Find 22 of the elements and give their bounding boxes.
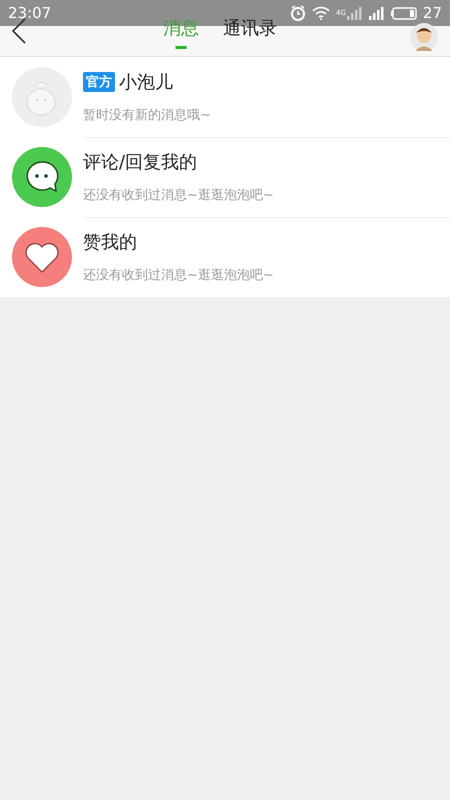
message-title: 评论/回复我的 [83,150,198,174]
signal-icon [346,6,363,20]
message-item[interactable]: 官方 小泡儿 暂时没有新的消息哦~ [0,57,450,137]
tab[interactable]: 通讯录 [223,12,277,49]
official-badge: 官方 [83,72,115,92]
message-preview: 还没有收到过消息~逛逛泡泡吧~ [83,186,275,204]
message-title: 小泡儿 [119,70,173,94]
message-title: 赞我的 [83,231,137,254]
battery-icon [390,6,417,20]
message-item[interactable]: 赞我的 还没有收到过消息~逛逛泡泡吧~ [0,217,450,297]
avatar-icon[interactable] [410,23,438,51]
alarm-icon [290,5,306,21]
message-preview: 暂时没有新的消息哦~ [83,106,212,124]
message-preview: 还没有收到过消息~逛逛泡泡吧~ [83,267,275,284]
battery-level: 27 [422,4,442,22]
mascot-avatar-icon [12,67,72,127]
back-icon[interactable] [12,18,26,44]
signal-icon [368,6,385,20]
clock-time: 23:07 [8,4,52,22]
chat-bubble-icon [12,147,72,207]
message-item[interactable]: 评论/回复我的 还没有收到过消息~逛逛泡泡吧~ [0,137,450,217]
wifi-icon [312,6,330,20]
